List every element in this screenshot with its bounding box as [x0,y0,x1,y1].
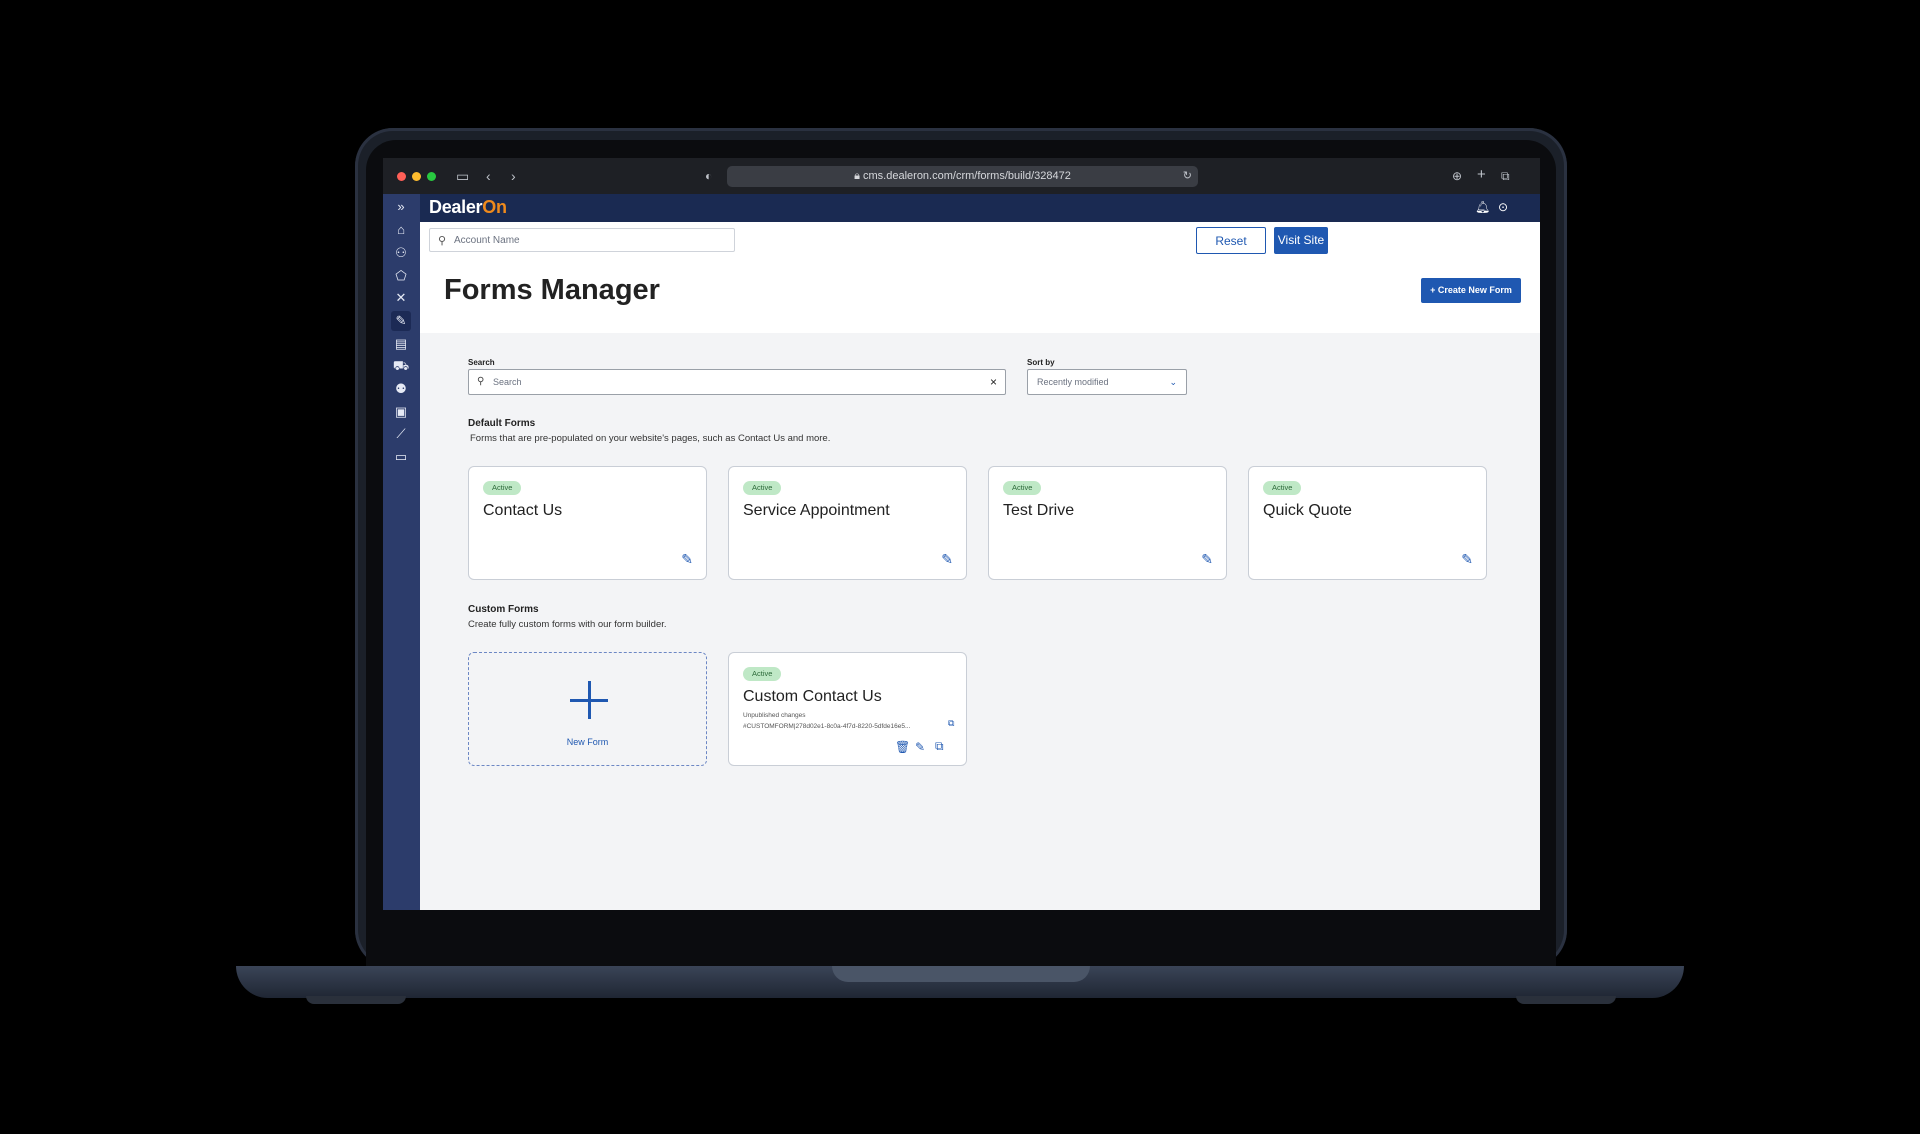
pencil-icon[interactable]: ✎ [915,740,925,754]
dealeron-logo[interactable]: DealerOn [429,197,507,218]
user-settings-icon[interactable]: ⚇ [391,243,411,263]
account-name-input[interactable]: ⚲ Account Name [429,228,735,252]
lock-icon: 🔒︎ [854,170,860,182]
minimize-window-button[interactable] [412,172,421,181]
reload-icon[interactable]: ↻ [1183,166,1192,187]
logo-suffix: On [482,197,507,217]
status-badge: Active [743,481,782,495]
form-card-title: Quick Quote [1263,502,1352,519]
forward-icon[interactable]: › [511,169,516,183]
form-card-contact-us[interactable]: Active Contact Us ✎ [468,466,707,580]
tag-icon[interactable]: ⬠ [391,266,411,286]
sort-value: Recently modified [1037,377,1109,387]
visit-site-button[interactable]: Visit Site [1274,227,1328,254]
account-placeholder: Account Name [454,235,520,246]
shield-icon[interactable]: ◐ [705,169,712,183]
form-card-title: Service Appointment [743,502,890,519]
browser-toolbar: ▭ ‹ › ◐ 🔒︎ cms.dealeron.com/crm/forms/bu… [383,158,1540,194]
back-icon[interactable]: ‹ [486,169,491,183]
search-placeholder: Search [493,377,522,387]
custom-forms-description: Create fully custom forms with our form … [468,619,667,630]
image-icon[interactable]: ▣ [391,402,411,422]
forms-edit-icon[interactable]: ✎ [391,311,411,331]
logo-prefix: Dealer [429,197,483,217]
new-tab-icon[interactable]: + [1477,167,1486,182]
status-badge: Active [483,481,522,495]
account-bar: ⚲ Account Name Reset Cache Visit Site [420,222,1540,275]
form-card-title: Test Drive [1003,502,1075,519]
search-input[interactable]: ⚲ Search × [468,369,1006,395]
sort-select[interactable]: Recently modified ⌄ [1027,369,1187,395]
car-icon[interactable]: ⛟ [391,356,411,376]
clear-search-icon[interactable]: × [990,370,997,394]
tab-overview-icon[interactable]: ⧉ [1501,169,1510,183]
pencil-icon[interactable]: ✎ [1461,551,1473,568]
people-icon[interactable]: ⚉ [391,379,411,399]
status-badge: Active [1003,481,1042,495]
video-icon[interactable]: ▭ [391,447,411,467]
document-icon[interactable]: ▤ [391,334,411,354]
chevron-down-icon: ⌄ [1169,377,1177,387]
page-title: Forms Manager [444,274,660,306]
analytics-icon[interactable]: ⟋ [391,424,411,444]
expand-sidebar-icon[interactable]: » [391,197,411,217]
new-form-button[interactable]: New Form [468,652,707,766]
page-header: Forms Manager + Create New Form [420,260,1540,333]
address-bar[interactable]: 🔒︎ cms.dealeron.com/crm/forms/build/3284… [727,166,1198,187]
form-card-service-appointment[interactable]: Active Service Appointment ✎ [728,466,967,580]
laptop-foot-right [1516,996,1616,1004]
trash-icon[interactable]: 🗑︎ [895,740,910,754]
status-badge: Active [743,667,782,681]
default-forms-title: Default Forms [468,418,536,429]
tools-icon[interactable]: ✕ [391,288,411,308]
url-text: cms.dealeron.com/crm/forms/build/328472 [863,170,1071,182]
form-id-text: #CUSTOMFORM|278d02e1-8c0a-4f7d-8220-5dfd… [743,723,911,730]
create-new-form-button[interactable]: + Create New Form [1421,278,1521,303]
custom-forms-title: Custom Forms [468,604,539,615]
laptop-chin [366,910,1556,966]
form-card-title: Custom Contact Us [743,688,882,705]
pencil-icon[interactable]: ✎ [681,551,693,568]
search-icon: ⚲ [438,235,447,247]
search-icon: ⚲ [477,376,485,387]
pencil-icon[interactable]: ✎ [941,551,953,568]
form-card-test-drive[interactable]: Active Test Drive ✎ [988,466,1227,580]
duplicate-icon[interactable]: ⧉ [935,739,944,754]
home-icon[interactable]: ⌂ [391,220,411,240]
form-card-quick-quote[interactable]: Active Quick Quote ✎ [1248,466,1487,580]
close-window-button[interactable] [397,172,406,181]
sort-label: Sort by [1027,358,1055,367]
download-icon[interactable]: ⊕ [1452,169,1462,183]
search-label: Search [468,358,495,367]
default-forms-description: Forms that are pre-populated on your web… [470,433,831,444]
form-card-custom-contact-us[interactable]: Active Custom Contact Us Unpublished cha… [728,652,967,766]
form-card-title: Contact Us [483,502,563,519]
sidebar-toggle-icon[interactable]: ▭ [456,169,469,183]
plus-icon [570,681,608,719]
copy-icon[interactable]: ⧉ [948,718,954,729]
laptop-foot-left [306,996,406,1004]
status-badge: Active [1263,481,1302,495]
laptop-notch [832,966,1090,982]
new-form-label: New Form [566,737,609,747]
top-navigation: DealerOn 🔔︎ ⊙ [420,194,1540,222]
pencil-icon[interactable]: ✎ [1201,551,1213,568]
zoom-window-button[interactable] [427,172,436,181]
screen: ▭ ‹ › ◐ 🔒︎ cms.dealeron.com/crm/forms/bu… [383,158,1540,910]
bell-icon[interactable]: 🔔︎ [1475,200,1490,214]
sidebar: » ⌂ ⚇ ⬠ ✕ ✎ ▤ ⛟ ⚉ ▣ ⟋ ▭ [383,194,420,910]
account-circle-icon[interactable]: ⊙ [1498,200,1508,214]
unpublished-note: Unpublished changes [743,712,806,719]
reset-cache-button[interactable]: Reset Cache [1196,227,1266,275]
